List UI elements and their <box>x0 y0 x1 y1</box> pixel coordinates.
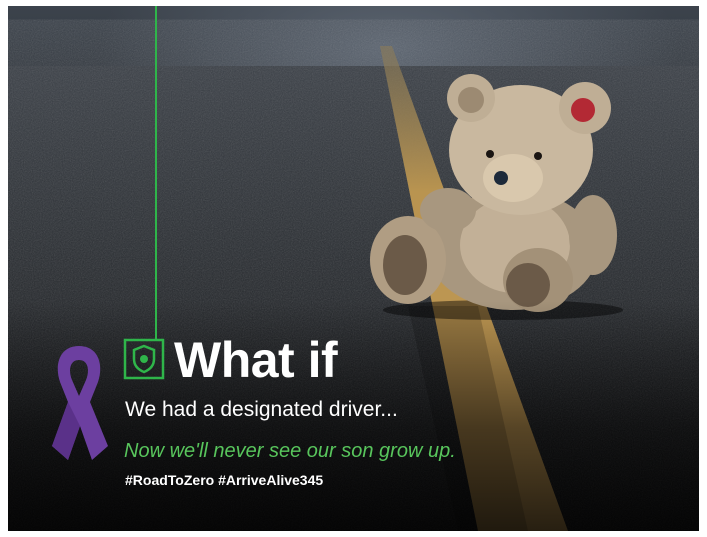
awareness-ribbon-icon <box>52 346 108 460</box>
road-safety-poster: What if We had a designated driver... No… <box>8 6 699 531</box>
headline-text: What if <box>174 332 338 388</box>
tagline-text: Now we'll never see our son grow up. <box>124 440 456 462</box>
accent-vertical-line <box>155 6 157 339</box>
teddy-bear-image <box>370 74 623 320</box>
shield-icon <box>123 338 165 380</box>
subline-text: We had a designated driver... <box>125 398 398 421</box>
hashtags-text: #RoadToZero #ArriveAlive345 <box>125 472 324 488</box>
